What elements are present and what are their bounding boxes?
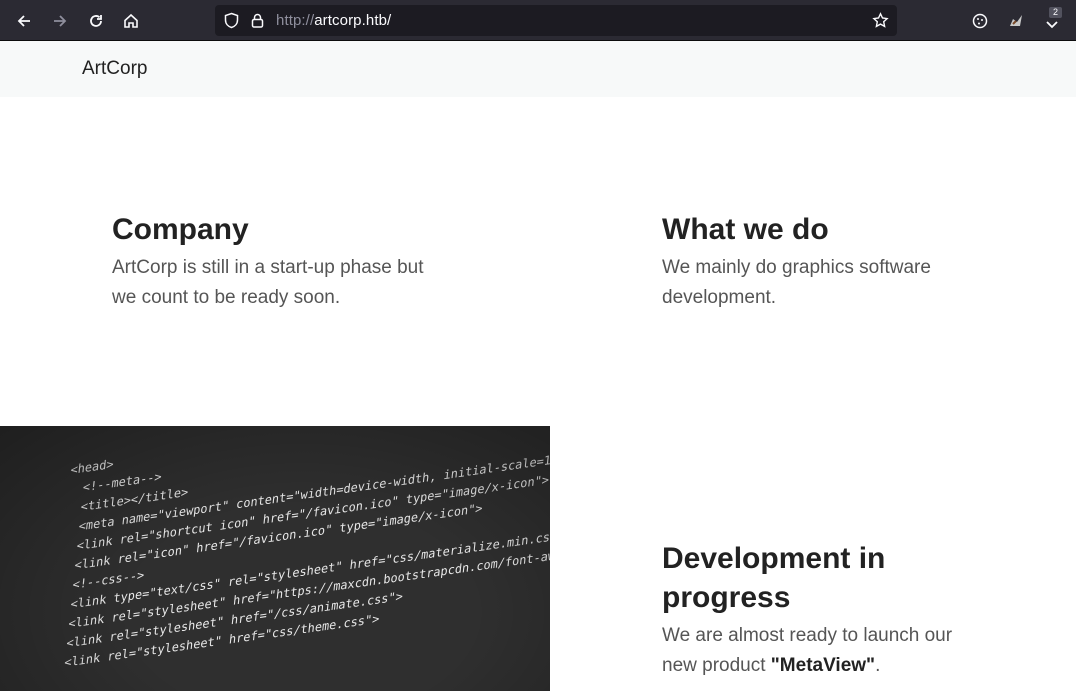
product-name: "MetaView" — [770, 655, 876, 676]
company-text: ArtCorp is still in a start-up phase but… — [112, 257, 424, 308]
brand-logo[interactable]: ArtCorp — [82, 58, 147, 80]
home-button[interactable] — [118, 8, 144, 34]
forward-button[interactable] — [47, 8, 73, 34]
company-section: Company ArtCorp is still in a start-up p… — [112, 210, 452, 313]
extension-icon — [1010, 15, 1022, 26]
development-heading: Development in progress — [662, 542, 886, 614]
downloads-badge: 2 — [1049, 7, 1062, 18]
development-section: Development in progress We are almost re… — [662, 539, 982, 681]
what-we-do-heading: What we do — [662, 213, 829, 246]
cookie-button[interactable] — [967, 8, 993, 34]
url-host: artcorp.htb/ — [314, 12, 392, 29]
reload-icon — [90, 15, 102, 27]
forward-icon — [54, 15, 67, 27]
back-icon — [17, 15, 30, 27]
cookie-icon — [972, 13, 988, 29]
url-protocol: http:// — [276, 12, 315, 29]
development-text: We are almost ready to launch our new pr… — [662, 621, 982, 681]
reload-button[interactable] — [83, 8, 109, 34]
company-heading: Company — [112, 213, 249, 246]
lock-icon[interactable] — [249, 12, 266, 29]
development-text-end: . — [875, 655, 881, 676]
site-navbar: ArtCorp — [0, 41, 1076, 97]
browser-toolbar: http://artcorp.htb/ 2 — [0, 0, 1076, 41]
shield-icon[interactable] — [223, 12, 240, 29]
what-we-do-section: What we do We mainly do graphics softwar… — [662, 210, 982, 313]
extension-button[interactable] — [1003, 8, 1029, 34]
star-icon[interactable] — [872, 12, 889, 29]
address-bar[interactable]: http://artcorp.htb/ — [215, 5, 897, 36]
code-screenshot-image: <head> <!--meta--> <title></title> <meta… — [0, 426, 550, 691]
home-icon — [124, 13, 138, 28]
back-button[interactable] — [11, 8, 37, 34]
what-we-do-text: We mainly do graphics software developme… — [662, 257, 931, 308]
url-text[interactable]: http://artcorp.htb/ — [276, 12, 391, 29]
